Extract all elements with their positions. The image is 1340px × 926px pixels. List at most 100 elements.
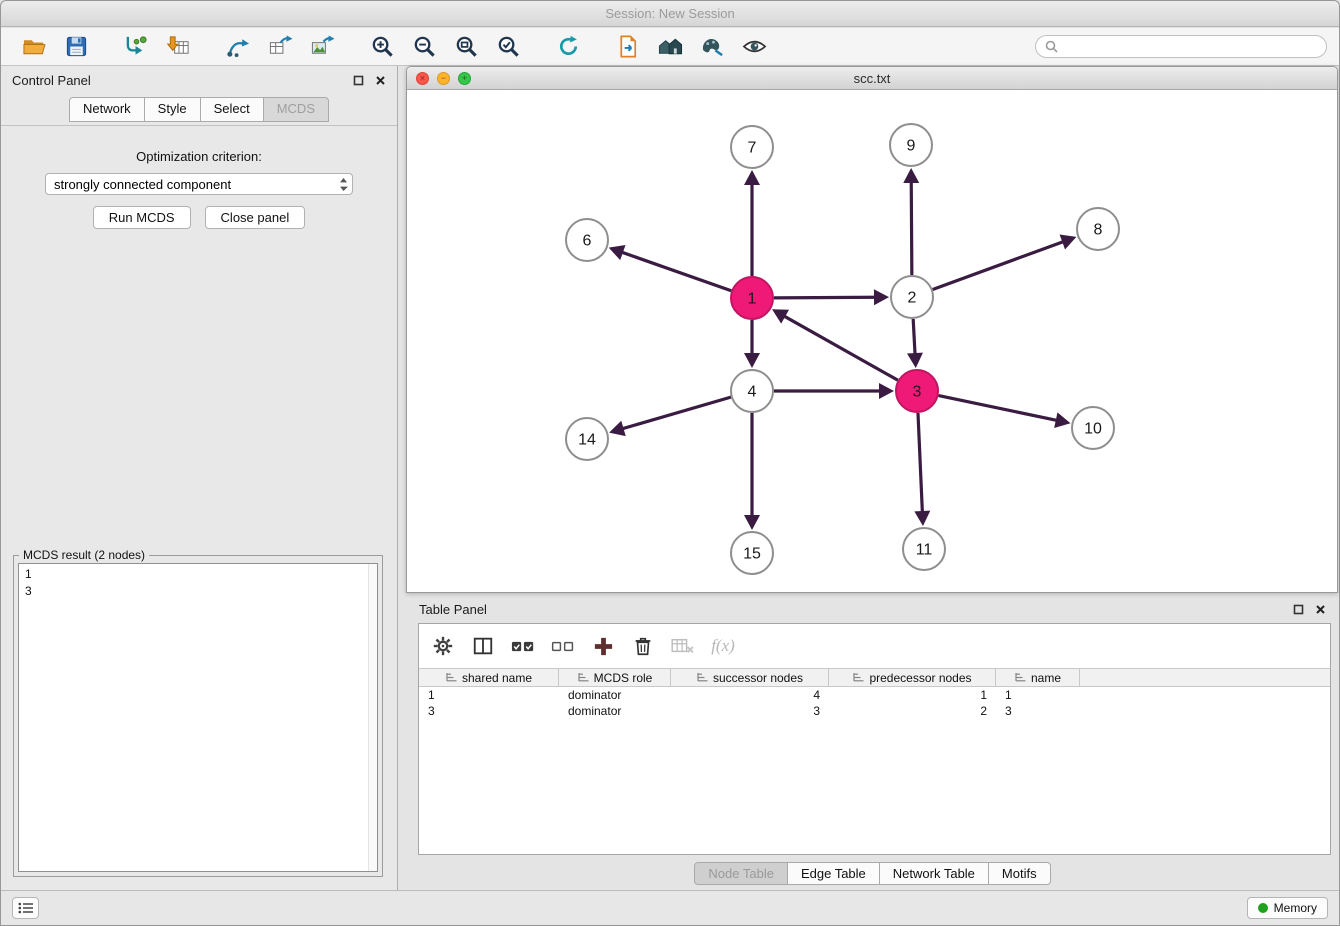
run-mcds-button[interactable]: Run MCDS: [93, 206, 191, 229]
table-panel: Table Panel f(x) shared nameMCDS rolesuc…: [406, 597, 1339, 890]
search-input[interactable]: [1063, 37, 1317, 56]
table-settings-button[interactable]: [431, 635, 455, 657]
graph-edge-4-14[interactable]: [609, 397, 731, 436]
delete-table-button: [671, 637, 695, 655]
control-panel-tab-network[interactable]: Network: [69, 97, 145, 122]
memory-button[interactable]: Memory: [1247, 897, 1328, 919]
select-all-rows-button[interactable]: [511, 638, 535, 655]
new-network-button[interactable]: [221, 31, 255, 63]
toolbar-button-group: [13, 31, 775, 63]
graph-node-3[interactable]: 3: [896, 370, 938, 412]
table-row[interactable]: 1dominator411: [419, 687, 1330, 703]
zoom-selected-icon: [496, 34, 521, 59]
column-header-predecessor-nodes[interactable]: predecessor nodes: [829, 669, 996, 686]
table-tab-node-table[interactable]: Node Table: [694, 862, 788, 885]
delete-row-button[interactable]: [631, 635, 655, 657]
workspace-right: × − + scc.txt 7968124314101511 Table Pan…: [406, 66, 1339, 890]
import-table-from-file-button[interactable]: [161, 31, 195, 63]
result-scrollbar[interactable]: [368, 564, 377, 871]
table-export-icon: [268, 34, 293, 59]
table-row[interactable]: 3dominator323: [419, 703, 1330, 719]
save-session-button[interactable]: [59, 31, 93, 63]
graph-edge-2-9[interactable]: [903, 168, 919, 275]
close-table-panel-icon[interactable]: [1315, 604, 1326, 615]
table-tab-motifs[interactable]: Motifs: [988, 862, 1051, 885]
column-header-name[interactable]: name: [996, 669, 1080, 686]
import-table-icon: [166, 34, 191, 59]
apply-style-button[interactable]: [695, 31, 729, 63]
control-panel-tab-style[interactable]: Style: [144, 97, 201, 122]
graph-edge-1-2[interactable]: [774, 289, 889, 305]
application-window: Session: New Session Control Panel Netwo…: [0, 0, 1340, 926]
graph-edge-4-15[interactable]: [744, 413, 760, 530]
column-header-shared-name[interactable]: shared name: [419, 669, 559, 686]
float-table-panel-icon[interactable]: [1293, 604, 1304, 615]
graph-node-9[interactable]: 9: [890, 124, 932, 166]
table-cell: 1: [829, 687, 996, 703]
graph-edge-3-10[interactable]: [939, 396, 1071, 428]
graph-edge-4-3[interactable]: [774, 383, 894, 399]
graph-edge-2-8[interactable]: [933, 235, 1077, 290]
import-network-from-file-button[interactable]: [119, 31, 153, 63]
folder-open-icon: [22, 34, 47, 59]
graph-edge-3-11[interactable]: [914, 413, 930, 526]
toolbar-separator: [343, 32, 361, 62]
zoom-selected-button[interactable]: [491, 31, 525, 63]
graph-node-10[interactable]: 10: [1072, 407, 1114, 449]
graph-edge-1-4[interactable]: [744, 320, 760, 368]
network-canvas[interactable]: 7 9 6 8 1 2 4 3 14 10 15 11: [407, 91, 1337, 592]
control-panel-tab-mcds[interactable]: MCDS: [263, 97, 329, 122]
table-cell: dominator: [559, 687, 671, 703]
column-header-successor-nodes[interactable]: successor nodes: [671, 669, 829, 686]
add-row-button[interactable]: [591, 635, 615, 658]
zoom-in-button[interactable]: [365, 31, 399, 63]
search-box[interactable]: [1035, 35, 1327, 58]
function-builder-button: f(x): [711, 636, 735, 656]
open-document-button[interactable]: [611, 31, 645, 63]
show-hide-button[interactable]: [737, 31, 771, 63]
table-tab-edge-table[interactable]: Edge Table: [787, 862, 880, 885]
graph-node-11[interactable]: 11: [903, 528, 945, 570]
zoom-fit-button[interactable]: [449, 31, 483, 63]
export-image-button[interactable]: [305, 31, 339, 63]
zoom-window-button[interactable]: +: [458, 72, 471, 85]
mcds-result-item: 1: [25, 566, 371, 583]
graph-node-1[interactable]: 1: [731, 277, 773, 319]
graph-node-15[interactable]: 15: [731, 532, 773, 574]
graph-edge-3-1[interactable]: [772, 309, 898, 380]
graph-node-4[interactable]: 4: [731, 370, 773, 412]
toggle-columns-button[interactable]: [471, 635, 495, 657]
mcds-result-list[interactable]: 13: [18, 563, 378, 872]
titlebar[interactable]: Session: New Session: [1, 1, 1339, 27]
export-table-button[interactable]: [263, 31, 297, 63]
graph-edge-1-7[interactable]: [744, 170, 760, 276]
close-window-button[interactable]: ×: [416, 72, 429, 85]
network-window: × − + scc.txt 7 9 6 8 1 2 4 3 14 10 15 11: [406, 66, 1338, 593]
control-panel-tab-select[interactable]: Select: [200, 97, 264, 122]
graph-node-label: 10: [1084, 421, 1102, 438]
graph-node-6[interactable]: 6: [566, 219, 608, 261]
close-panel-icon[interactable]: [375, 75, 386, 86]
graph-node-2[interactable]: 2: [891, 276, 933, 318]
graph-node-14[interactable]: 14: [566, 418, 608, 460]
show-panels-button[interactable]: [12, 897, 39, 919]
refresh-network-button[interactable]: [551, 31, 585, 63]
graph-node-8[interactable]: 8: [1077, 208, 1119, 250]
graph-edge-1-6[interactable]: [609, 245, 732, 291]
graph-node-7[interactable]: 7: [731, 126, 773, 168]
table-tab-network-table[interactable]: Network Table: [879, 862, 989, 885]
graph-node-label: 9: [907, 138, 916, 155]
optimization-dropdown[interactable]: strongly connected component: [45, 173, 353, 195]
minimize-window-button[interactable]: −: [437, 72, 450, 85]
column-header-mcds-role[interactable]: MCDS role: [559, 669, 671, 686]
network-window-titlebar[interactable]: × − + scc.txt: [407, 67, 1337, 90]
search-icon: [1045, 40, 1058, 53]
return-home-button[interactable]: [653, 31, 687, 63]
open-session-button[interactable]: [17, 31, 51, 63]
graph-edge-2-3[interactable]: [907, 319, 923, 368]
float-panel-icon[interactable]: [353, 75, 364, 86]
zoom-out-button[interactable]: [407, 31, 441, 63]
deselect-all-rows-button[interactable]: [551, 638, 575, 655]
close-panel-button[interactable]: Close panel: [205, 206, 306, 229]
table-panel-tabs: Node TableEdge TableNetwork TableMotifs: [406, 862, 1339, 885]
